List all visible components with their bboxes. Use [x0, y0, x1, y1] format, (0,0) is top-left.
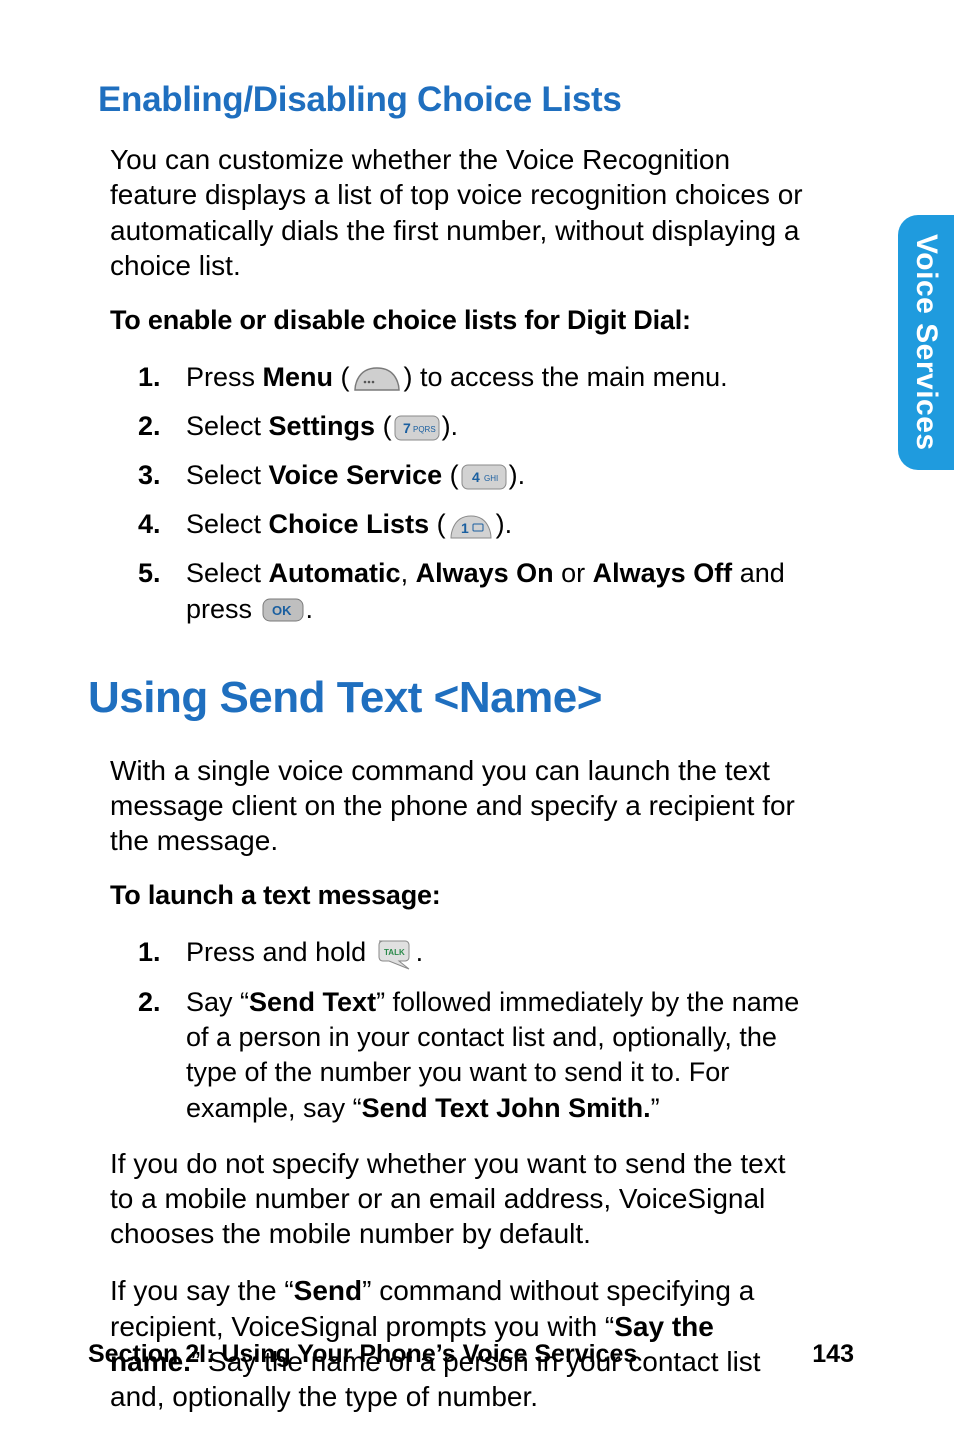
step-text: Select [186, 411, 269, 441]
step-text: ) to access the main menu. [404, 362, 728, 392]
step-text: Select [186, 460, 269, 490]
choice-lists-label: Choice Lists [269, 509, 430, 539]
step-5: 5. Select Automatic, Always On or Always… [138, 556, 818, 626]
step-number: 2. [138, 985, 161, 1020]
page-footer: Section 2I: Using Your Phone’s Voice Ser… [88, 1340, 854, 1369]
step-text: ). [496, 509, 513, 539]
side-tab-label: Voice Services [909, 234, 943, 451]
step-text: Press [186, 362, 263, 392]
voice-service-label: Voice Service [269, 460, 443, 490]
svg-text:PQRS: PQRS [413, 425, 436, 434]
steps-list-2: 1. Press and hold TALK . 2. Say “Send Te… [138, 935, 818, 1125]
step-2b: 2. Say “Send Text” followed immediately … [138, 985, 818, 1125]
menu-key-icon [351, 364, 403, 394]
step-number: 1. [138, 360, 161, 395]
svg-text:GHI: GHI [484, 474, 498, 483]
step-text: ). [509, 460, 526, 490]
svg-text:TALK: TALK [384, 948, 405, 957]
step-text: . [306, 594, 314, 624]
step-text: or [554, 558, 593, 588]
svg-text:OK: OK [272, 603, 292, 618]
step-text: ). [442, 411, 459, 441]
step-text: Select [186, 558, 269, 588]
step-text: ( [442, 460, 459, 490]
step-number: 5. [138, 556, 161, 591]
step-text: ( [375, 411, 392, 441]
steps-list-1: 1. Press Menu ( ) to access the main men… [138, 360, 818, 627]
step-text: Press and hold [186, 937, 374, 967]
svg-text:1: 1 [461, 520, 469, 536]
intro-paragraph: You can customize whether the Voice Reco… [110, 142, 810, 283]
step-number: 2. [138, 409, 161, 444]
step-number: 4. [138, 507, 161, 542]
send-text-example: Send Text John Smith. [362, 1093, 651, 1123]
step-text: ” [651, 1093, 660, 1123]
menu-label: Menu [263, 362, 334, 392]
step-text: . [416, 937, 424, 967]
lead-launch-text: To launch a text message: [110, 880, 864, 911]
svg-text:7: 7 [403, 420, 411, 436]
step-text: Say “ [186, 987, 249, 1017]
step-text: ( [333, 362, 350, 392]
lead-digit-dial: To enable or disable choice lists for Di… [110, 305, 864, 336]
footer-page-number: 143 [812, 1340, 854, 1369]
step-text: , [401, 558, 416, 588]
heading-send-text: Using Send Text <Name> [88, 673, 864, 723]
intro-paragraph-2: With a single voice command you can laun… [110, 753, 810, 859]
key-7-icon: 7PQRS [393, 414, 441, 442]
talk-key-icon: TALK [375, 937, 415, 971]
footer-section: Section 2I: Using Your Phone’s Voice Ser… [88, 1340, 637, 1369]
para-text: If you say the “ [110, 1275, 294, 1306]
always-on-label: Always On [416, 558, 554, 588]
key-4-icon: 4 GHI [460, 463, 508, 491]
step-1b: 1. Press and hold TALK . [138, 935, 818, 971]
settings-label: Settings [269, 411, 376, 441]
step-text: ( [429, 509, 446, 539]
automatic-label: Automatic [269, 558, 401, 588]
page: Voice Services Enabling/Disabling Choice… [0, 0, 954, 1431]
side-tab: Voice Services [898, 215, 954, 470]
send-label: Send [294, 1275, 362, 1306]
heading-choice-lists: Enabling/Disabling Choice Lists [98, 80, 864, 120]
svg-text:4: 4 [472, 469, 480, 485]
always-off-label: Always Off [593, 558, 733, 588]
step-text: Select [186, 509, 269, 539]
step-1: 1. Press Menu ( ) to access the main men… [138, 360, 818, 395]
ok-key-icon: OK [261, 597, 305, 623]
step-number: 3. [138, 458, 161, 493]
paragraph-default-mobile: If you do not specify whether you want t… [110, 1146, 810, 1252]
step-2: 2. Select Settings ( 7PQRS ). [138, 409, 818, 444]
step-3: 3. Select Voice Service ( 4 GHI ). [138, 458, 818, 493]
step-4: 4. Select Choice Lists ( 1 ). [138, 507, 818, 542]
step-number: 1. [138, 935, 161, 970]
key-1-icon: 1 [447, 512, 495, 540]
send-text-label: Send Text [249, 987, 376, 1017]
